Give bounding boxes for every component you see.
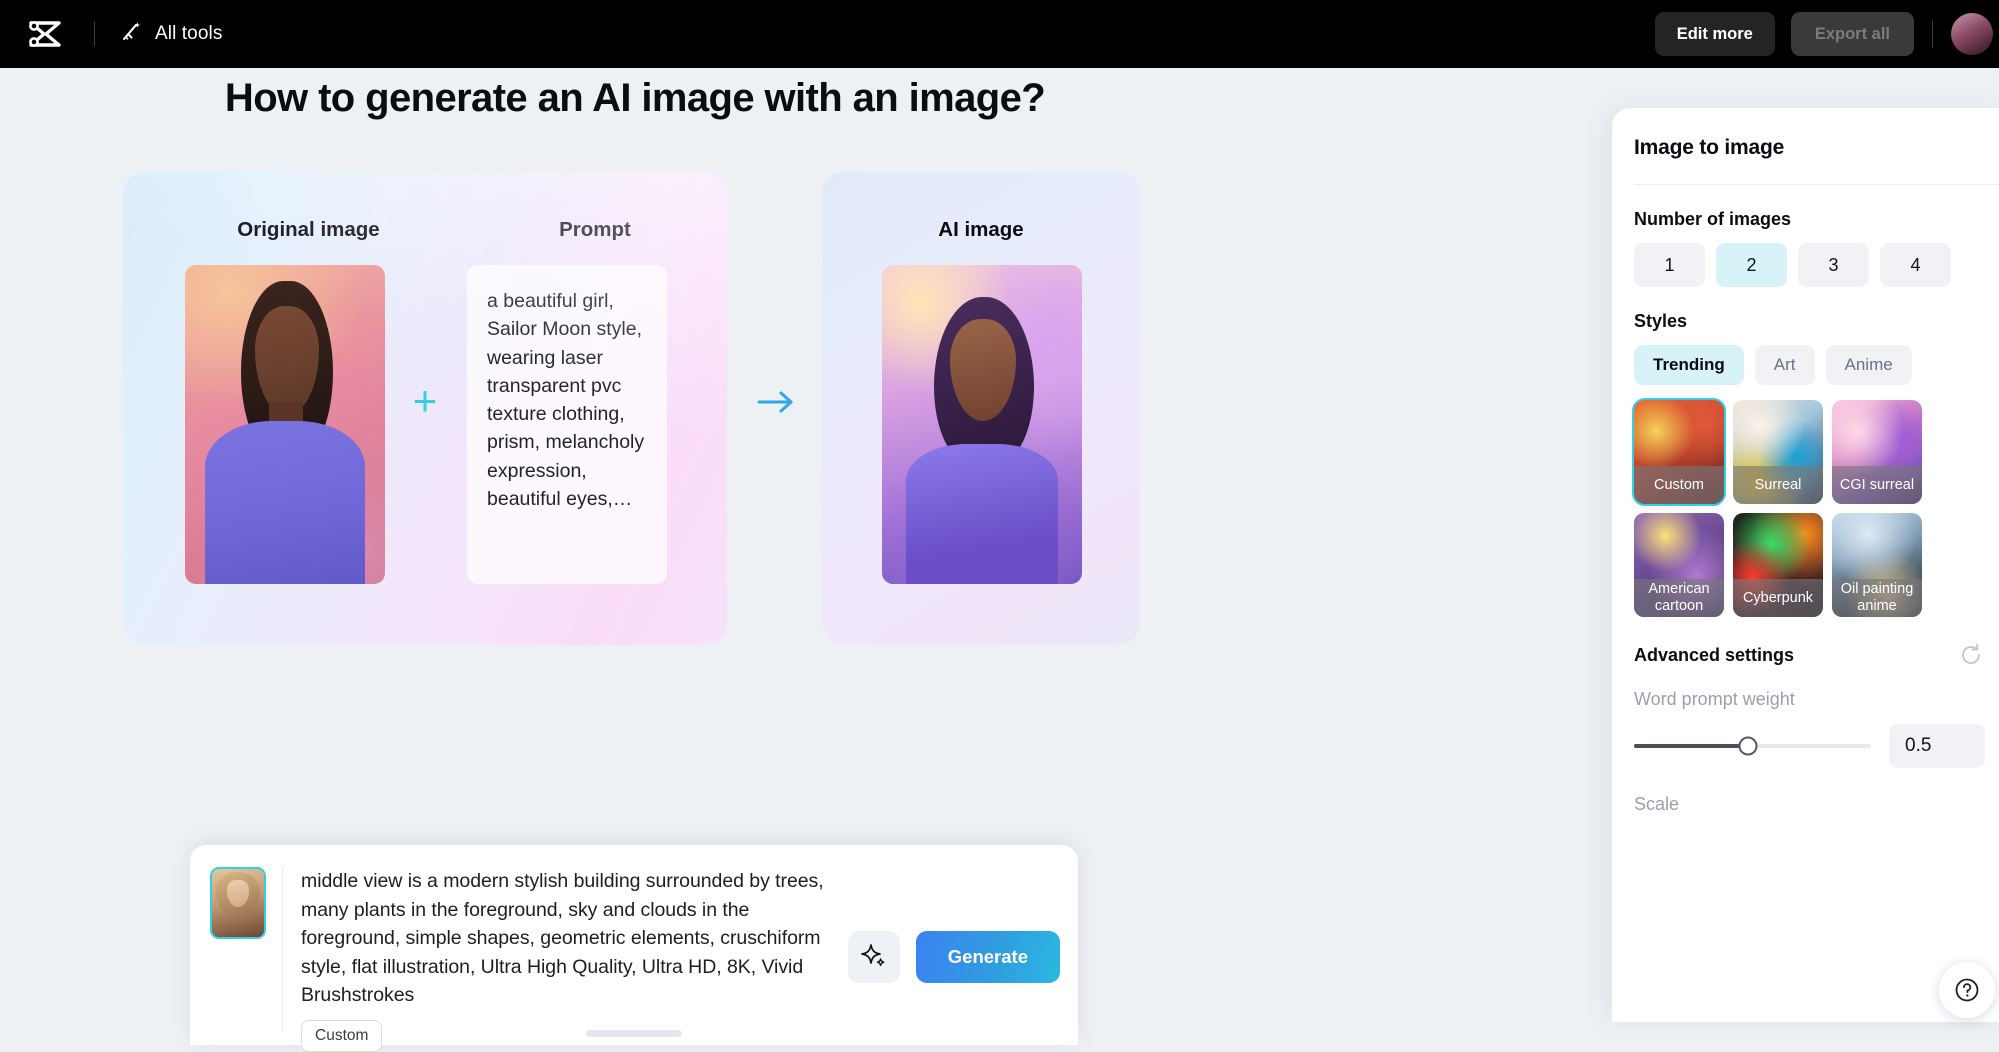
style-caption: Surreal [1733, 466, 1823, 504]
slider-fill [1634, 744, 1748, 748]
word-prompt-weight-row: 0.5 [1634, 724, 1999, 768]
prompt-label: Prompt [515, 218, 675, 242]
style-card-surreal[interactable]: Surreal [1733, 400, 1823, 504]
topbar-divider [94, 21, 95, 47]
all-tools-label: All tools [155, 23, 222, 45]
top-bar: All tools Edit more Export all [0, 0, 1999, 68]
style-caption: Oil painting anime [1832, 579, 1922, 617]
settings-panel: Image to image Number of images 1 2 3 4 … [1612, 108, 1999, 1022]
user-avatar[interactable] [1951, 13, 1993, 55]
panel-divider [1634, 184, 1999, 185]
number-option-1[interactable]: 1 [1634, 243, 1705, 287]
style-caption: Cyberpunk [1733, 579, 1823, 617]
all-tools-button[interactable]: All tools [121, 20, 222, 48]
number-option-4[interactable]: 4 [1880, 243, 1951, 287]
reset-icon[interactable] [1959, 643, 1983, 667]
style-tag-custom[interactable]: Custom [301, 1020, 382, 1052]
original-image-label: Original image [211, 218, 406, 242]
number-option-3[interactable]: 3 [1798, 243, 1869, 287]
edit-more-button[interactable]: Edit more [1655, 12, 1775, 56]
style-tab-art[interactable]: Art [1755, 345, 1815, 385]
prompt-text: a beautiful girl, Sailor Moon style, wea… [487, 287, 647, 513]
slider-knob[interactable] [1738, 737, 1757, 756]
help-button[interactable] [1939, 962, 1995, 1018]
generate-button[interactable]: Generate [916, 931, 1060, 983]
word-prompt-weight-label: Word prompt weight [1634, 689, 1999, 710]
style-caption: Custom [1634, 466, 1724, 504]
magic-enhance-button[interactable] [848, 931, 900, 983]
page-title: How to generate an AI image with an imag… [0, 76, 1270, 121]
sparkle-icon [861, 943, 887, 972]
style-grid: Custom Surreal CGI surreal American cart… [1634, 400, 1999, 617]
styles-label: Styles [1634, 311, 1999, 332]
style-tab-anime[interactable]: Anime [1826, 345, 1912, 385]
word-prompt-weight-value[interactable]: 0.5 [1889, 724, 1985, 768]
drag-handle[interactable] [586, 1030, 682, 1037]
style-card-american-cartoon[interactable]: American cartoon [1634, 513, 1724, 617]
original-image-thumbnail [185, 265, 385, 584]
prompt-bar-divider [282, 867, 283, 1031]
topbar-divider-2 [1932, 20, 1933, 48]
ai-image-thumbnail [882, 265, 1082, 584]
word-prompt-weight-slider[interactable] [1634, 744, 1871, 748]
advanced-settings-label: Advanced settings [1634, 645, 1794, 666]
prompt-input[interactable]: middle view is a modern stylish building… [301, 867, 830, 1010]
style-card-cyberpunk[interactable]: Cyberpunk [1733, 513, 1823, 617]
style-card-custom[interactable]: Custom [1634, 400, 1724, 504]
plus-icon: + [406, 383, 444, 421]
style-tabs: Trending Art Anime [1634, 345, 1999, 385]
arrow-right-icon [756, 387, 798, 429]
export-all-button[interactable]: Export all [1791, 12, 1914, 56]
number-of-images-label: Number of images [1634, 209, 1999, 230]
advanced-settings-header: Advanced settings [1634, 643, 1999, 667]
style-caption: American cartoon [1634, 579, 1724, 617]
panel-title: Image to image [1634, 136, 1999, 160]
prompt-text-box: a beautiful girl, Sailor Moon style, wea… [467, 265, 667, 584]
number-of-images-options: 1 2 3 4 [1634, 243, 1999, 287]
style-card-cgi-surreal[interactable]: CGI surreal [1832, 400, 1922, 504]
magic-wand-icon [121, 20, 143, 48]
number-option-2[interactable]: 2 [1716, 243, 1787, 287]
ai-image-card: AI image [822, 172, 1140, 645]
reference-image-thumbnail[interactable] [210, 867, 266, 939]
capcut-logo-icon[interactable] [24, 16, 68, 52]
style-tab-trending[interactable]: Trending [1634, 345, 1744, 385]
style-card-oil-painting-anime[interactable]: Oil painting anime [1832, 513, 1922, 617]
prompt-bar: middle view is a modern stylish building… [190, 845, 1078, 1045]
scale-label: Scale [1634, 794, 1999, 815]
ai-image-label: AI image [822, 218, 1140, 242]
original-and-prompt-card: Original image Prompt + a beautiful girl… [123, 172, 727, 645]
style-caption: CGI surreal [1832, 466, 1922, 504]
